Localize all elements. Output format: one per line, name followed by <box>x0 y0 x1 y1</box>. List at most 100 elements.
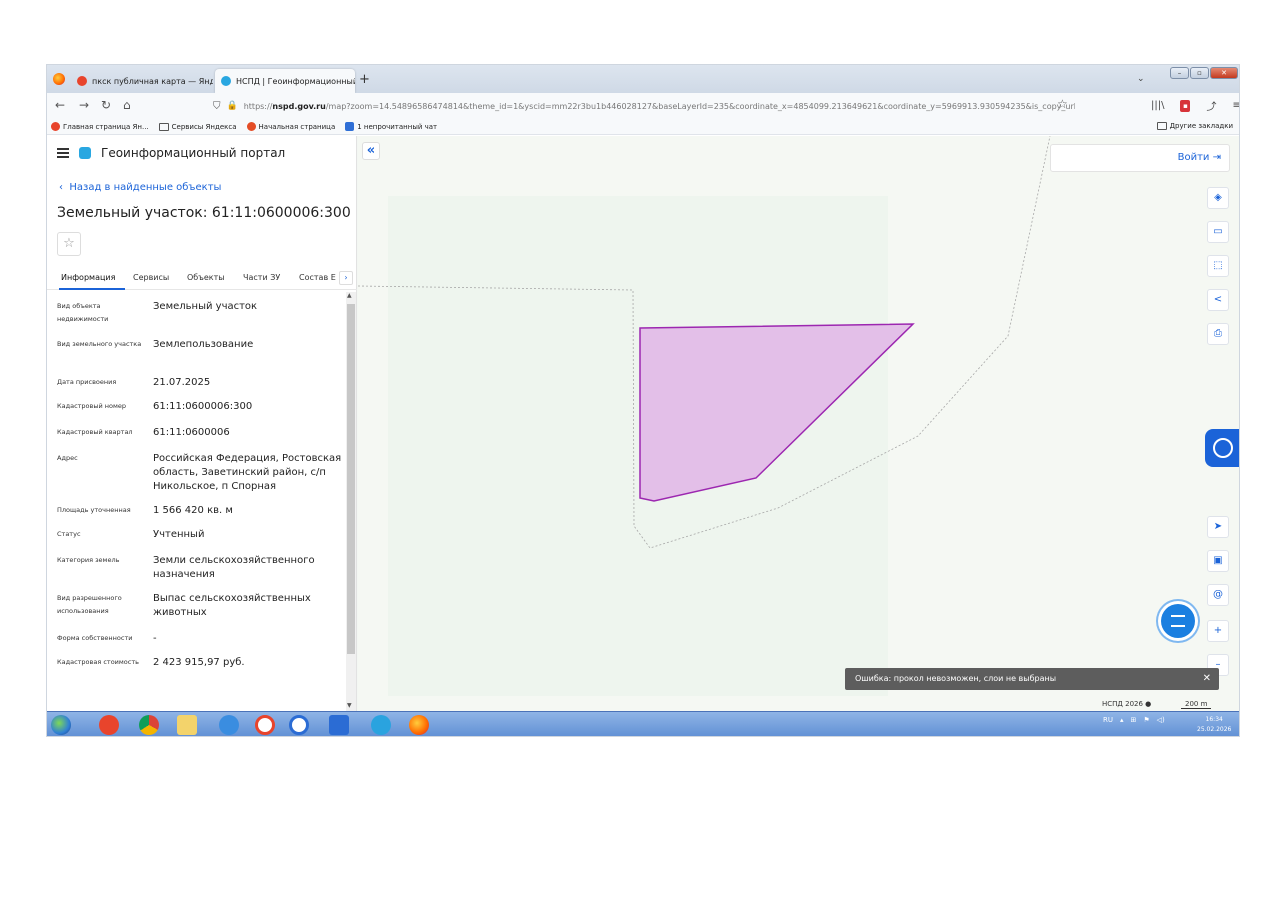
ccleaner-icon[interactable] <box>289 715 309 735</box>
forward-icon[interactable]: → <box>79 98 89 112</box>
ruler-icon[interactable]: ▭ <box>1207 221 1229 243</box>
tab-services[interactable]: Сервисы <box>133 273 169 282</box>
share-map-icon[interactable]: < <box>1207 289 1229 311</box>
poi-icon[interactable]: @ <box>1207 584 1229 606</box>
tab-nspd[interactable]: НСПД | Геоинформационный ✕ <box>215 69 355 93</box>
layers-icon[interactable]: ◈ <box>1207 187 1229 209</box>
yandex-icon[interactable] <box>255 715 275 735</box>
bookmark-label: Другие закладки <box>1169 122 1233 130</box>
file-explorer-icon[interactable] <box>177 715 197 735</box>
share-icon[interactable]: ⤴ <box>1206 98 1216 113</box>
property-label: Дата присвоения <box>57 378 117 386</box>
background-area <box>388 196 888 696</box>
clock[interactable]: 16:34 25.02.2026 <box>1197 715 1231 735</box>
bookmark-label: Начальная страница <box>258 122 336 131</box>
area-select-icon[interactable]: ⬚ <box>1207 255 1229 277</box>
toast-close-icon[interactable]: ✕ <box>1203 668 1211 690</box>
tab-title: пкск публичная карта — Янд <box>92 76 213 86</box>
flag-icon[interactable]: ⚑ <box>1143 716 1149 724</box>
bookmark-label: Главная страница Ян... <box>63 122 149 131</box>
start-button[interactable] <box>51 715 71 735</box>
new-tab-icon[interactable]: + <box>359 72 370 87</box>
menu-icon[interactable]: ≡ <box>1232 100 1239 111</box>
pdf-extension-icon[interactable]: ▪ <box>1180 99 1191 112</box>
favorite-star-icon[interactable]: ☆ <box>57 232 81 256</box>
url-rest: /map?zoom=14.54896586474814&theme_id=1&y… <box>325 101 1075 111</box>
collapse-sidebar-icon[interactable]: « <box>362 142 380 160</box>
login-button[interactable]: Войти ⇥ <box>1178 152 1221 163</box>
yandex-icon <box>51 122 60 131</box>
minimap-icon[interactable]: ▣ <box>1207 550 1229 572</box>
start-page-icon <box>246 122 256 131</box>
bookmark-label: Сервисы Яндекса <box>171 122 237 131</box>
tray-expand-icon[interactable]: ▴ <box>1120 716 1124 724</box>
property-label: Вид разрешенного использования <box>57 594 122 615</box>
object-tabs: Информация Сервисы Объекты Части ЗУ Сост… <box>47 266 357 290</box>
tab-parts[interactable]: Части ЗУ <box>243 273 280 282</box>
browser-window: пкск публичная карта — Янд ✕ НСПД | Геои… <box>46 64 1240 737</box>
other-bookmarks[interactable]: Другие закладки <box>1156 122 1233 130</box>
nav-bar: ← → ↻ ⌂ ⛉ 🔒 https://nspd.gov.ru/map?zoom… <box>47 93 1239 119</box>
list-tabs-icon[interactable]: ⌄ <box>1137 74 1145 84</box>
property-label: Кадастровая стоимость <box>57 658 139 666</box>
toast-text: Ошибка: прокол невозможен, слои не выбра… <box>855 674 1057 683</box>
internet-explorer-icon[interactable] <box>219 715 239 735</box>
firefox-icon[interactable] <box>53 73 65 85</box>
app-area: Геоинформационный портал ‹ Назад в найде… <box>47 136 1239 711</box>
bookmark-unread-chat[interactable]: 1 непрочитанный чат <box>345 122 437 131</box>
bookmark-start-page[interactable]: Начальная страница <box>246 122 336 131</box>
bookmark-yandex-services[interactable]: Сервисы Яндекса <box>158 122 237 131</box>
map-layer <box>358 136 1051 696</box>
tab-composition[interactable]: Состав Е <box>299 273 336 282</box>
back-to-results-link[interactable]: ‹ Назад в найденные объекты <box>59 182 221 193</box>
scroll-thumb[interactable] <box>347 304 355 654</box>
error-toast: Ошибка: прокол невозможен, слои не выбра… <box>845 668 1219 690</box>
chat-bubble-icon <box>1213 438 1233 458</box>
window-close-icon[interactable]: ✕ <box>1210 67 1238 79</box>
chrome-icon[interactable] <box>139 715 159 735</box>
scroll-up-icon[interactable]: ▲ <box>347 292 352 299</box>
property-value: Выпас сельскохозяйственных животных <box>153 593 311 618</box>
bookmark-star-icon[interactable]: ☆ <box>1057 97 1068 111</box>
property-label: Категория земель <box>57 556 120 564</box>
library-icon[interactable]: |||\ <box>1151 100 1164 111</box>
language-indicator[interactable]: RU <box>1103 716 1113 724</box>
url-bar[interactable]: ⛉ 🔒 https://nspd.gov.ru/map?zoom=14.5489… <box>213 96 1075 116</box>
support-chat-tab[interactable] <box>1205 429 1239 467</box>
tabs-scroll-right-icon[interactable]: › <box>339 271 353 285</box>
property-label: Статус <box>57 530 81 538</box>
properties-scrollbar[interactable]: ▲ ▼ <box>346 292 356 711</box>
network-icon[interactable]: ⊞ <box>1131 716 1137 724</box>
property-value: - <box>153 633 157 644</box>
print-icon[interactable]: ⎙ <box>1207 323 1229 345</box>
map-canvas[interactable]: « Войти ⇥ ◈ ▭ ⬚ < ⎙ ➤ ▣ @ + – Ошибка: пр… <box>358 136 1239 711</box>
volume-icon[interactable]: ◁) <box>1157 716 1165 724</box>
firefox-taskbar-icon[interactable] <box>409 715 429 735</box>
tab-yandex-search[interactable]: пкск публичная карта — Янд ✕ <box>71 69 213 93</box>
property-value: Российская Федерация, Ростовская область… <box>153 453 342 492</box>
back-icon[interactable]: ← <box>55 98 65 112</box>
property-value: Земли сельскохозяйственного назначения <box>153 555 315 580</box>
locate-icon[interactable]: ➤ <box>1207 516 1229 538</box>
tab-objects[interactable]: Объекты <box>187 273 225 282</box>
portal-logo-icon <box>79 147 91 159</box>
assistant-chat-button[interactable] <box>1161 604 1195 638</box>
lock-icon: 🔒 <box>226 101 238 111</box>
maximize-icon[interactable]: ▫ <box>1190 67 1209 79</box>
bookmark-yandex-home[interactable]: Главная страница Ян... <box>51 122 149 131</box>
zoom-in-icon[interactable]: + <box>1207 620 1229 642</box>
tab-info[interactable]: Информация <box>61 273 115 282</box>
bookmarks-bar: Главная страница Ян... Сервисы Яндекса Н… <box>47 119 1239 135</box>
url-domain: nspd.gov.ru <box>272 101 326 111</box>
property-value: 1 566 420 кв. м <box>153 505 233 516</box>
word-icon[interactable] <box>329 715 349 735</box>
reload-icon[interactable]: ↻ <box>101 98 111 112</box>
minimize-icon[interactable]: – <box>1170 67 1189 79</box>
home-icon[interactable]: ⌂ <box>123 98 131 112</box>
clock-date: 25.02.2026 <box>1197 726 1232 733</box>
yandex-browser-icon[interactable] <box>99 715 119 735</box>
shield-icon: ⛉ <box>213 100 221 112</box>
telegram-icon[interactable] <box>371 715 391 735</box>
scroll-down-icon[interactable]: ▼ <box>347 702 352 709</box>
hamburger-menu-icon[interactable] <box>57 148 69 158</box>
